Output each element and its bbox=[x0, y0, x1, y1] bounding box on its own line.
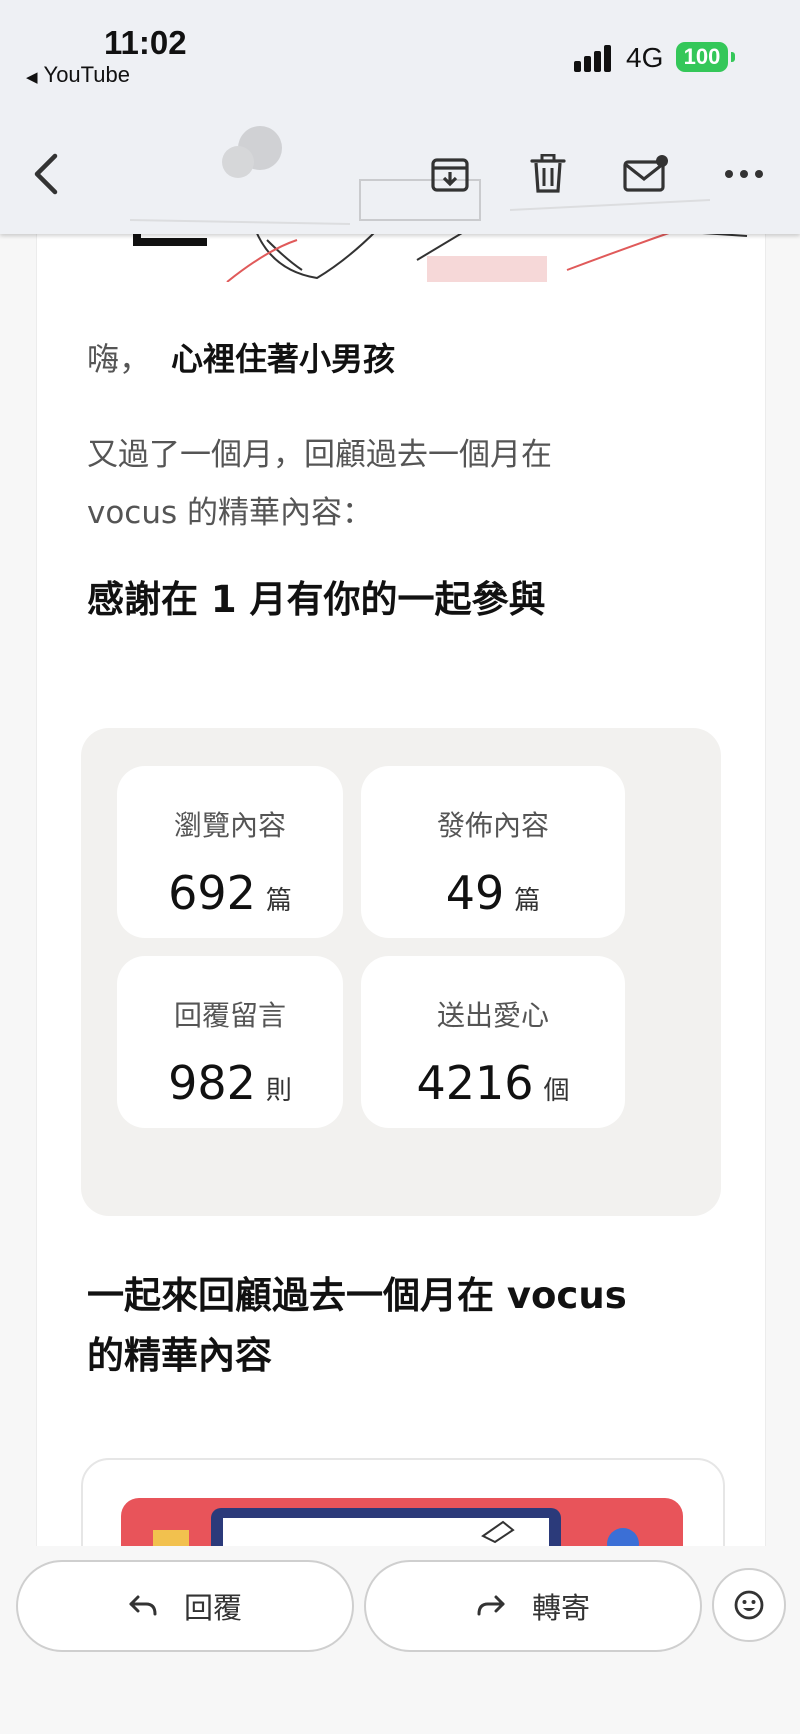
intro-line-1: 又過了一個月，回顧過去一個月在 bbox=[87, 437, 552, 473]
signal-icon bbox=[574, 44, 614, 72]
stat-label: 發佈內容 bbox=[436, 809, 549, 842]
intro-text: 又過了一個月，回顧過去一個月在 vocus 的精華內容： bbox=[87, 426, 687, 542]
stat-value: 982 則 bbox=[168, 1056, 292, 1110]
bottom-action-bar: 回覆 轉寄 bbox=[0, 1546, 800, 1734]
stat-value: 692 篇 bbox=[168, 866, 292, 920]
stat-value: 4216 個 bbox=[416, 1056, 570, 1110]
battery-indicator: 100 bbox=[676, 42, 728, 72]
smiley-icon bbox=[734, 1590, 764, 1620]
trash-icon bbox=[530, 154, 566, 193]
back-button[interactable] bbox=[20, 148, 72, 200]
back-app-label: YouTube bbox=[43, 62, 130, 87]
reply-button[interactable]: 回覆 bbox=[16, 1560, 354, 1652]
archive-button[interactable] bbox=[424, 148, 476, 200]
mark-unread-button[interactable] bbox=[620, 148, 672, 200]
stat-label: 回覆留言 bbox=[173, 999, 286, 1032]
chevron-left-icon bbox=[34, 153, 58, 195]
stats-title: 感謝在 1 月有你的一起參與 bbox=[87, 578, 546, 621]
network-type: 4G bbox=[626, 42, 664, 73]
review-title-line-2: 的精華內容 bbox=[87, 1334, 272, 1377]
stat-card-hearts: 送出愛心 4216 個 bbox=[361, 956, 625, 1128]
back-triangle-icon: ◀ bbox=[26, 69, 38, 86]
delete-button[interactable] bbox=[522, 148, 574, 200]
greeting-name: 心裡住著小男孩 bbox=[171, 340, 396, 378]
forward-icon bbox=[477, 1595, 505, 1616]
more-icon bbox=[725, 170, 763, 178]
archive-icon bbox=[431, 158, 469, 192]
forward-label: 轉寄 bbox=[531, 1591, 590, 1625]
email-body: 嗨， 心裡住著小男孩 又過了一個月，回顧過去一個月在 vocus 的精華內容： 感… bbox=[36, 200, 766, 1662]
greeting: 嗨， 心裡住著小男孩 bbox=[87, 334, 395, 380]
reply-label: 回覆 bbox=[183, 1591, 242, 1625]
review-title: 一起來回顧過去一個月在 vocus 的精華內容 bbox=[87, 1266, 627, 1386]
stat-card-posts: 發佈內容 49 篇 bbox=[361, 766, 625, 938]
forward-button[interactable]: 轉寄 bbox=[364, 1560, 702, 1652]
reply-icon bbox=[129, 1595, 157, 1616]
greeting-hi: 嗨， bbox=[87, 340, 152, 378]
status-time: 11:02 bbox=[104, 24, 187, 61]
emoji-reaction-button[interactable] bbox=[712, 1568, 786, 1642]
stat-card-views: 瀏覽內容 692 篇 bbox=[117, 766, 343, 938]
stat-card-comments: 回覆留言 982 則 bbox=[117, 956, 343, 1128]
battery-tip bbox=[731, 52, 735, 62]
stat-label: 送出愛心 bbox=[436, 999, 549, 1032]
intro-line-2: vocus 的精華內容： bbox=[87, 495, 374, 531]
top-chrome: 11:02 ◀ YouTube 4G 100 bbox=[0, 0, 800, 234]
back-to-app-link[interactable]: ◀ YouTube bbox=[26, 62, 130, 88]
stat-label: 瀏覽內容 bbox=[173, 809, 286, 842]
mail-unread-icon bbox=[623, 155, 668, 192]
more-button[interactable] bbox=[718, 148, 770, 200]
stat-value: 49 篇 bbox=[445, 866, 541, 920]
review-title-line-1: 一起來回顧過去一個月在 vocus bbox=[87, 1274, 627, 1317]
stats-panel: 瀏覽內容 692 篇 發佈內容 49 篇 回覆留言 982 則 送出愛心 4216 個 bbox=[81, 728, 721, 1216]
